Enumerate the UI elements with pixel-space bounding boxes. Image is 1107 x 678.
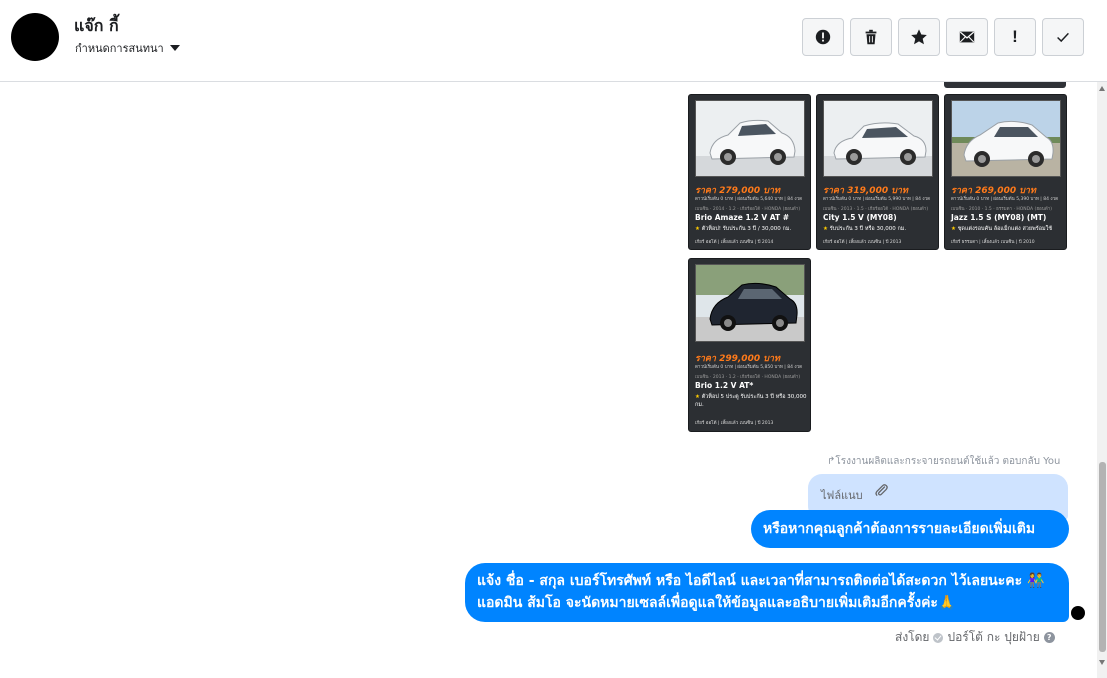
- reply-note: ↱โรงงานผลิตและกระจายรถยนต์ใช้แล้ว ตอบกลั…: [827, 456, 1061, 467]
- car-photo: [695, 264, 805, 342]
- car-meta: เกียร์ ออโต้ | เลี้ยงแล้ว เบนซิน | ปี 20…: [695, 421, 774, 426]
- assign-conversation-dropdown[interactable]: กำหนดการสนทนา: [75, 39, 180, 57]
- verified-check-icon: [933, 632, 944, 643]
- attachment-label: ไฟล์แนบ: [821, 489, 863, 502]
- done-button[interactable]: [1042, 18, 1084, 56]
- envelope-icon: [959, 31, 975, 43]
- sent-by-line: ส่งโดย ปอร์โต้ กะ ปุยฝ้าย ?: [895, 628, 1055, 647]
- car-specs: เบนซิน · 2014 · 1.2 · เกียร์ออโต้ · HOND…: [695, 207, 801, 212]
- caret-down-icon: [169, 45, 180, 51]
- car-photo: [951, 100, 1061, 177]
- assign-label: กำหนดการสนทนา: [75, 42, 164, 55]
- scroll-down-icon[interactable]: [1099, 660, 1105, 665]
- car-model: Jazz 1.5 S (MY08) (MT): [951, 213, 1047, 222]
- scrollbar-thumb[interactable]: [1099, 462, 1106, 652]
- car-photo: [695, 100, 805, 177]
- message-bubble: หรือหากคุณลูกค้าต้องการรายละเอียดเพิ่มเต…: [751, 510, 1069, 548]
- star-icon: ★: [695, 226, 702, 232]
- car-card[interactable]: ราคา 269,000 บาท ดาวน์เริ่มต้น 0 บาท | ผ…: [944, 94, 1067, 250]
- car-specs: เบนซิน · 2010 · 1.5 · ธรรมดา · HONDA (ฮอ…: [951, 207, 1053, 212]
- car-model: Brio Amaze 1.2 V AT #: [695, 213, 790, 222]
- car-specs: เบนซิน · 2013 · 1.2 · เกียร์ออโต้ · HOND…: [695, 375, 801, 380]
- star-button[interactable]: [898, 18, 940, 56]
- trash-icon: [865, 29, 877, 45]
- contact-name[interactable]: แจ๊ก กี้: [74, 14, 119, 39]
- car-feature: ★ ตัวท็อป! รับประกัน 3 ปี / 30,000 กม.: [695, 226, 792, 232]
- star-icon: ★: [695, 394, 702, 400]
- car-meta: เกียร์ ออโต้ | เลี้ยงแล้ว เบนซิน | ปี 20…: [823, 240, 902, 245]
- important-button[interactable]: !: [994, 18, 1036, 56]
- sent-by-name: ปอร์โต้ กะ ปุยฝ้าย: [947, 630, 1040, 644]
- mark-unread-button[interactable]: [946, 18, 988, 56]
- car-finance: ดาวน์เริ่มต้น 0 บาท | ผ่อนเริ่มต้น 5,640…: [695, 197, 803, 202]
- star-icon: ★: [823, 226, 830, 232]
- sent-by-prefix: ส่งโดย: [895, 630, 930, 644]
- checkmark-icon: [1057, 32, 1069, 43]
- paperclip-icon[interactable]: [873, 482, 889, 498]
- conversation-header: แจ๊ก กี้ กำหนดการสนทนา !: [0, 0, 1107, 82]
- previous-car-card-edge: [944, 82, 1066, 88]
- car-meta: เกียร์ ออโต้ | เลี้ยงแล้ว เบนซิน | ปี 20…: [695, 240, 774, 245]
- report-button[interactable]: [802, 18, 844, 56]
- car-feature: ★ ตัวท็อป 5 ประตู รับประกัน 3 ปี หรือ 30…: [695, 394, 807, 408]
- car-meta: เกียร์ ธรรมดา | เลี้ยงแล้ว เบนซิน | ปี 2…: [951, 240, 1035, 245]
- car-feature: ★ ชุดแต่งรอบคัน ล้อแม็กแต่ง สวยพร้อมใช้: [951, 226, 1053, 232]
- car-finance: ดาวน์เริ่มต้น 0 บาท | ผ่อนเริ่มต้น 5,390…: [951, 197, 1059, 202]
- star-icon: [911, 29, 927, 45]
- car-finance: ดาวน์เริ่มต้น 0 บาท | ผ่อนเริ่มต้น 5,990…: [823, 197, 931, 202]
- message-bubble: แจ้ง ชื่อ - สกุล เบอร์โทรศัพท์ หรือ ไอดี…: [465, 563, 1069, 622]
- car-model: City 1.5 V (MY08): [823, 213, 897, 222]
- header-actions: !: [802, 18, 1084, 56]
- contact-avatar[interactable]: [11, 13, 59, 61]
- car-feature: ★ รับประกัน 3 ปี หรือ 30,000 กม.: [823, 226, 907, 232]
- scroll-up-icon[interactable]: [1099, 86, 1105, 91]
- car-card[interactable]: ราคา 319,000 บาท ดาวน์เริ่มต้น 0 บาท | ผ…: [816, 94, 939, 250]
- car-card[interactable]: ราคา 299,000 บาท ดาวน์เริ่มต้น 0 บาท | ผ…: [688, 258, 811, 432]
- exclamation-icon: !: [1012, 27, 1018, 46]
- car-model: Brio 1.2 V AT*: [695, 381, 754, 390]
- car-card[interactable]: ราคา 279,000 บาท ดาวน์เริ่มต้น 0 บาท | ผ…: [688, 94, 811, 250]
- seen-avatar: [1071, 606, 1085, 620]
- car-photo: [823, 100, 933, 177]
- car-finance: ดาวน์เริ่มต้น 0 บาท | ผ่อนเริ่มต้น 5,850…: [695, 365, 803, 370]
- alert-circle-icon: [815, 29, 831, 45]
- star-icon: ★: [951, 226, 958, 232]
- help-icon[interactable]: ?: [1043, 632, 1055, 643]
- car-specs: เบนซิน · 2013 · 1.5 · เกียร์ออโต้ · HOND…: [823, 207, 929, 212]
- delete-button[interactable]: [850, 18, 892, 56]
